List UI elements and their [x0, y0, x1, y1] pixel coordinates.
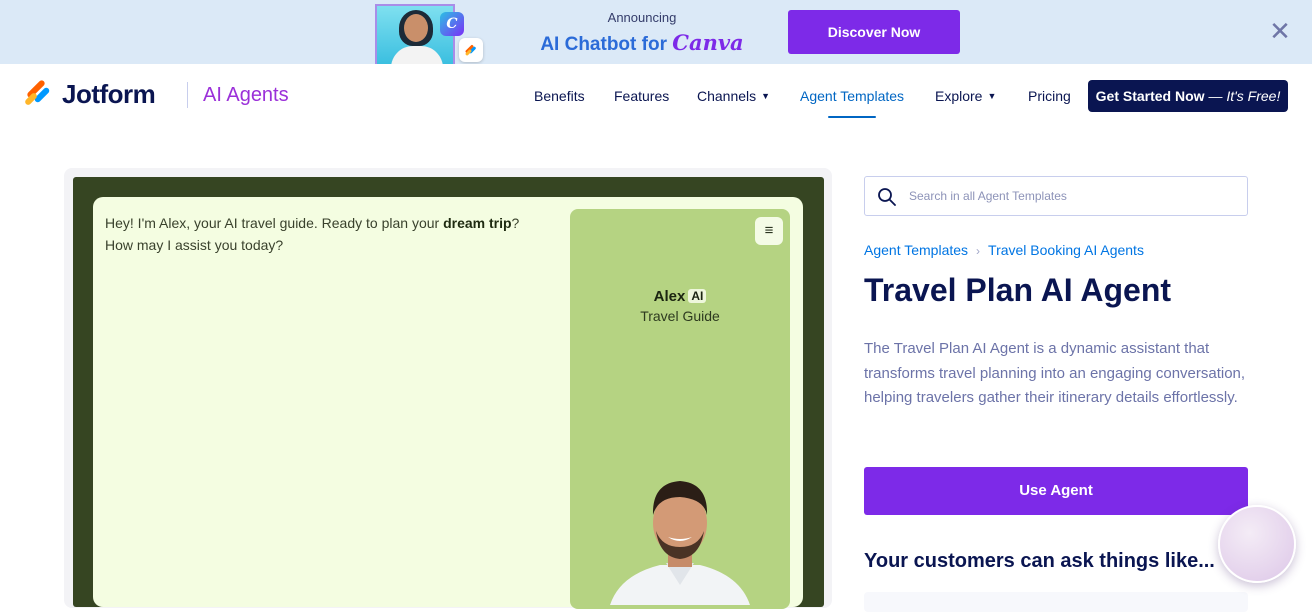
jotform-logo-icon[interactable]	[24, 79, 52, 109]
template-search	[864, 176, 1248, 216]
nav-pricing[interactable]: Pricing	[1028, 88, 1071, 104]
announcement-banner: C Announcing AI Chatbot for Canva Discov…	[0, 0, 1312, 64]
breadcrumb-separator-icon: ›	[976, 244, 981, 258]
nav-channels-label: Channels	[697, 88, 757, 104]
use-agent-button[interactable]: Use Agent	[864, 467, 1248, 515]
nav-benefits-label: Benefits	[534, 88, 585, 104]
breadcrumb-agent-templates[interactable]: Agent Templates	[864, 242, 968, 258]
announcing-label: Announcing	[607, 10, 677, 25]
main-navigation: Jotform AI Agents Benefits Features Chan…	[0, 64, 1312, 128]
chat-launcher-button[interactable]	[1218, 505, 1296, 583]
ai-badge: AI	[688, 289, 707, 303]
agent-greeting-message: Hey! I'm Alex, your AI travel guide. Rea…	[105, 212, 545, 256]
get-started-button[interactable]: Get Started Now — It's Free!	[1088, 80, 1288, 112]
nav-explore-label: Explore	[935, 88, 983, 104]
banner-headline: AI Chatbot for Canva	[540, 30, 744, 56]
search-icon	[877, 187, 897, 207]
breadcrumb: Agent Templates › Travel Booking AI Agents	[864, 242, 1144, 258]
active-tab-indicator	[828, 116, 876, 118]
close-icon[interactable]: ✕	[1269, 18, 1291, 44]
nav-explore[interactable]: Explore ▼	[935, 88, 996, 104]
agent-name-text: Alex	[653, 288, 686, 305]
nav-features-label: Features	[614, 88, 670, 104]
customer-questions-list	[864, 592, 1248, 612]
logo-wordmark[interactable]: Jotform	[62, 79, 156, 110]
nav-agent-templates-label: Agent Templates	[800, 88, 905, 104]
nav-pricing-label: Pricing	[1028, 88, 1071, 104]
greeting-text-1: Hey! I'm Alex, your AI travel guide. Rea…	[105, 215, 444, 231]
banner-brand: Canva	[672, 30, 744, 55]
logo-divider	[187, 82, 188, 108]
nav-channels[interactable]: Channels ▼	[697, 88, 770, 104]
cta-free-label: — It's Free!	[1208, 88, 1281, 104]
banner-headline-text: AI Chatbot for	[540, 34, 667, 55]
customer-questions-heading: Your customers can ask things like...	[864, 550, 1215, 572]
product-name[interactable]: AI Agents	[203, 84, 289, 107]
agent-avatar	[600, 465, 760, 605]
canva-logo-icon: C	[440, 12, 464, 36]
nav-benefits[interactable]: Benefits	[534, 88, 585, 104]
chevron-down-icon: ▼	[987, 91, 997, 101]
page-title: Travel Plan AI Agent	[864, 272, 1172, 308]
agent-name: Alex AI	[570, 288, 790, 305]
agent-role: Travel Guide	[640, 308, 720, 324]
greeting-text-bold: dream trip	[443, 215, 512, 231]
breadcrumb-travel-booking[interactable]: Travel Booking AI Agents	[988, 242, 1144, 258]
search-input[interactable]	[909, 177, 1239, 215]
cta-main-label: Get Started Now	[1095, 88, 1205, 104]
discover-now-button[interactable]: Discover Now	[788, 10, 960, 54]
nav-agent-templates[interactable]: Agent Templates	[800, 88, 904, 104]
jotform-badge-icon	[459, 38, 483, 62]
chevron-down-icon: ▼	[761, 91, 771, 101]
agent-description: The Travel Plan AI Agent is a dynamic as…	[864, 340, 1246, 407]
menu-icon[interactable]: ≡	[755, 217, 783, 245]
nav-features[interactable]: Features	[614, 88, 669, 104]
